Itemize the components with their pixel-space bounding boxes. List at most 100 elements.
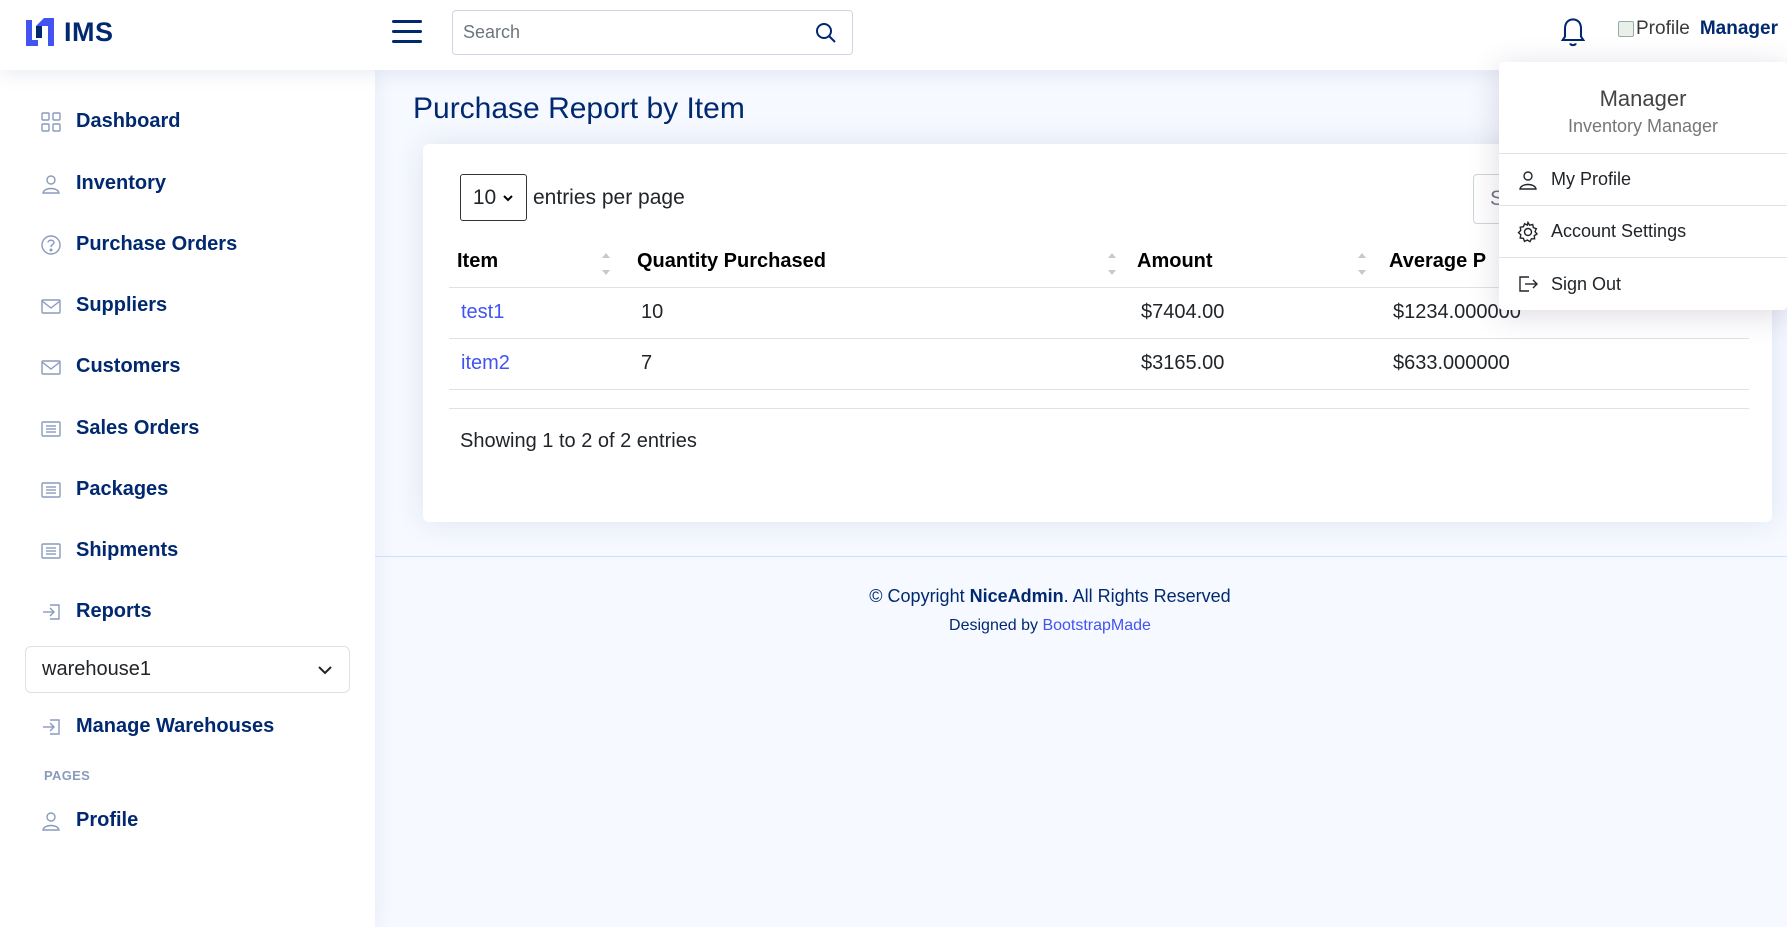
search-input[interactable] <box>453 11 783 54</box>
sidebar-item-label: Manage Warehouses <box>76 715 275 737</box>
column-header-label: Item <box>457 250 499 273</box>
sort-icon <box>1358 253 1366 275</box>
menu-toggle-icon[interactable] <box>392 20 422 44</box>
pages-heading: PAGES <box>44 768 91 783</box>
box-arrow-in-icon <box>43 718 60 735</box>
chevron-down-icon <box>503 194 513 201</box>
footer-divider <box>375 556 1787 557</box>
broken-image-icon <box>1618 21 1634 37</box>
dropdown-item-sign-out[interactable]: Sign Out <box>1499 258 1787 310</box>
search-bar <box>452 10 853 55</box>
column-header-label: Quantity Purchased <box>637 250 826 273</box>
sidebar-item-reports[interactable]: Reports <box>40 600 152 623</box>
table-cell-amount: $3165.00 <box>1129 338 1381 390</box>
envelope-icon <box>41 359 61 375</box>
list-icon <box>41 481 61 498</box>
warehouse-select-value: warehouse1 <box>42 658 151 680</box>
profile-dropdown: Manager Inventory Manager My Profile Acc… <box>1499 62 1787 310</box>
sidebar-item-label: Profile <box>76 809 139 831</box>
sidebar-item-label: Suppliers <box>76 294 168 316</box>
per-page-select[interactable]: 10 <box>460 174 527 221</box>
sidebar-item-label: Reports <box>76 600 152 622</box>
grid-icon <box>41 111 61 132</box>
dropdown-item-label: Sign Out <box>1551 273 1622 294</box>
sidebar-item-shipments[interactable]: Shipments <box>40 539 178 562</box>
warehouse-select[interactable]: warehouse1 <box>25 646 350 693</box>
sidebar-item-label: Dashboard <box>76 110 181 132</box>
dropdown-item-label: My Profile <box>1551 169 1632 189</box>
dropdown-item-my-profile[interactable]: My Profile <box>1499 154 1787 206</box>
gear-icon <box>1517 220 1539 243</box>
header: IMS Profile Manager <box>0 0 1787 70</box>
footer-credits: Designed by BootstrapMade <box>375 617 1725 635</box>
sidebar-item-manage-warehouses[interactable]: Manage Warehouses <box>40 715 274 738</box>
sort-icon <box>1108 253 1116 275</box>
table-cell-item: item2 <box>449 338 629 390</box>
profile-name: Manager <box>1699 18 1778 39</box>
table-cell-item: test1 <box>449 287 629 339</box>
sidebar-item-label: Packages <box>76 478 169 500</box>
sidebar-item-profile[interactable]: Profile <box>40 809 138 832</box>
brand-name: NiceAdmin <box>969 586 1064 606</box>
chevron-down-icon <box>318 665 332 674</box>
profile-menu-toggle[interactable]: Profile Manager <box>1618 18 1778 40</box>
column-header-label: Average P <box>1389 250 1487 273</box>
dropdown-header: Manager Inventory Manager <box>1499 62 1787 154</box>
sidebar-item-suppliers[interactable]: Suppliers <box>40 294 167 317</box>
sidebar-item-label: Shipments <box>76 539 179 561</box>
credits-prefix: Designed by <box>949 617 1043 634</box>
sidebar-item-dashboard[interactable]: Dashboard <box>40 110 180 133</box>
sort-icon <box>602 253 610 275</box>
page-title: Purchase Report by Item <box>413 92 745 125</box>
footer-copyright: © Copyright NiceAdmin. All Rights Reserv… <box>375 586 1725 607</box>
table-cell-amount: $7404.00 <box>1129 287 1381 339</box>
sidebar: Dashboard Inventory Purchase Orders Supp… <box>0 70 375 927</box>
copyright-prefix: © Copyright <box>869 586 970 606</box>
column-header-quantity[interactable]: Quantity Purchased <box>629 237 1129 288</box>
table-cell-average: $633.000000 <box>1381 338 1749 390</box>
column-header-item[interactable]: Item <box>449 237 629 288</box>
avatar-alt-text: Profile <box>1636 18 1690 39</box>
column-header-label: Amount <box>1137 250 1213 273</box>
search-icon[interactable] <box>814 21 838 45</box>
sidebar-item-sales-orders[interactable]: Sales Orders <box>40 417 199 440</box>
sidebar-item-label: Sales Orders <box>76 417 200 439</box>
avatar: Profile <box>1618 18 1690 40</box>
per-page-value: 10 <box>472 185 497 209</box>
question-circle-icon <box>41 234 61 255</box>
bell-icon[interactable] <box>1558 16 1588 48</box>
person-icon <box>42 811 60 831</box>
logo-icon <box>26 18 54 46</box>
envelope-icon <box>41 298 61 314</box>
per-page-control: 10 entries per page <box>460 174 685 221</box>
dropdown-item-account-settings[interactable]: Account Settings <box>1499 206 1787 258</box>
table-cell-quantity: 10 <box>629 287 1129 339</box>
dropdown-item-label: Account Settings <box>1551 221 1687 241</box>
logo[interactable]: IMS <box>24 16 114 48</box>
box-arrow-in-icon <box>43 603 60 620</box>
sidebar-item-customers[interactable]: Customers <box>40 355 180 378</box>
sidebar-item-label: Purchase Orders <box>76 233 238 255</box>
dropdown-user-role: Inventory Manager <box>1567 116 1719 136</box>
sign-out-icon <box>1519 276 1538 292</box>
sidebar-item-label: Inventory <box>76 172 167 194</box>
column-header-amount[interactable]: Amount <box>1129 237 1381 288</box>
per-page-label: entries per page <box>533 185 685 209</box>
table-info: Showing 1 to 2 of 2 entries <box>460 430 697 452</box>
sidebar-item-purchase-orders[interactable]: Purchase Orders <box>40 233 237 256</box>
sidebar-item-packages[interactable]: Packages <box>40 478 168 501</box>
item-link[interactable]: test1 <box>461 301 504 323</box>
copyright-suffix: . All Rights Reserved <box>1063 586 1231 606</box>
sidebar-item-inventory[interactable]: Inventory <box>40 172 166 195</box>
item-link[interactable]: item2 <box>461 352 510 374</box>
person-icon <box>1519 170 1537 190</box>
list-icon <box>41 542 61 559</box>
logo-text: IMS <box>64 16 114 47</box>
designer-link[interactable]: BootstrapMade <box>1042 617 1151 634</box>
table-divider <box>449 408 1749 409</box>
dropdown-user-name: Manager <box>1599 86 1687 111</box>
list-icon <box>41 420 61 437</box>
table-cell-quantity: 7 <box>629 338 1129 390</box>
table-row: item2 7 $3165.00 $633.000000 <box>449 338 1749 390</box>
sidebar-item-label: Customers <box>76 355 181 377</box>
